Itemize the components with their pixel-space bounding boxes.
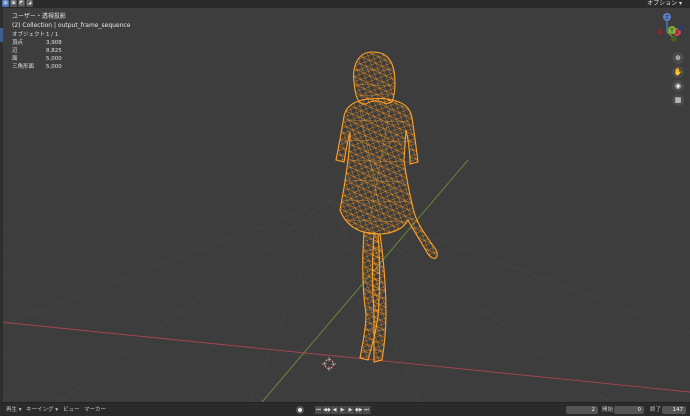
- playback-menu[interactable]: 再生 ▾: [6, 403, 22, 416]
- select-invert-icon[interactable]: ◪: [26, 0, 33, 7]
- stat-row: オブジェクト 1 / 1: [12, 32, 59, 38]
- next-frame-button[interactable]: ▶: [347, 406, 355, 414]
- end-frame-label: 終了: [650, 407, 662, 413]
- timeline-header: 再生 ▾ キーイング ▾ ビュー マーカー ⏮ ◀◆ ◀ ▶ ▶ ◆▶ ⏭ 2 …: [0, 402, 690, 416]
- start-frame-field[interactable]: 0: [614, 406, 644, 414]
- next-keyframe-button[interactable]: ◆▶: [355, 406, 363, 414]
- 3d-cursor: [322, 357, 336, 371]
- toolbar-tab[interactable]: [0, 28, 3, 42]
- toolbar-edge[interactable]: [0, 8, 3, 402]
- view-menu[interactable]: ビュー: [63, 403, 80, 416]
- viewport-info: ユーザー・透視投影 (2) Collection | output_frame_…: [12, 13, 130, 30]
- stat-row: 辺 8,825: [12, 48, 62, 55]
- collection-name: (2) Collection | output_frame_sequence: [12, 21, 131, 29]
- wireframe-figure: [335, 51, 438, 363]
- x-axis-line: [0, 321, 690, 393]
- playback-controls: ⏮ ◀◆ ◀ ▶ ▶ ◆▶ ⏭: [315, 406, 371, 414]
- start-frame-label: 開始: [602, 407, 614, 413]
- camera-icon[interactable]: ◉: [672, 80, 684, 92]
- jump-start-button[interactable]: ⏮: [315, 406, 323, 414]
- gizmo-z-label: Z: [665, 15, 669, 21]
- play-reverse-button[interactable]: ◀: [331, 406, 339, 414]
- stat-row: 三角形面 5,000: [12, 64, 62, 71]
- current-frame-field[interactable]: 2: [566, 406, 598, 414]
- play-button[interactable]: ▶: [339, 406, 347, 414]
- stat-row: 面 5,000: [12, 56, 62, 63]
- auto-keying-button[interactable]: [296, 406, 304, 414]
- 3d-viewport[interactable]: ▦ ▣ ◩ ◪ オプション ▾ ユーザー・透視投影 (2) Collection…: [0, 0, 690, 402]
- navigation-gizmo[interactable]: Z X Y: [650, 10, 690, 50]
- viewport-header: ▦ ▣ ◩ ◪ オプション ▾: [0, 0, 690, 8]
- select-mode-group: ▦ ▣ ◩ ◪: [2, 0, 33, 7]
- scene-statistics: オブジェクト 1 / 1 頂点 3,908 辺 8,825 面 5,000 三角…: [12, 31, 76, 71]
- marker-menu[interactable]: マーカー: [84, 403, 106, 416]
- view-name: ユーザー・透視投影: [12, 13, 66, 20]
- keying-menu[interactable]: キーイング ▾: [26, 403, 58, 416]
- jump-end-button[interactable]: ⏭: [363, 406, 371, 414]
- grid-view-icon[interactable]: ▦: [672, 94, 684, 106]
- select-subtract-icon[interactable]: ◩: [18, 0, 25, 7]
- zoom-icon[interactable]: ⊕: [672, 52, 684, 64]
- stat-row: 頂点 3,908: [12, 40, 62, 47]
- prev-keyframe-button[interactable]: ◀◆: [323, 406, 331, 414]
- viewport-grid: [0, 51, 690, 402]
- select-extend-icon[interactable]: ▣: [10, 0, 17, 7]
- end-frame-field[interactable]: 147: [662, 406, 686, 414]
- hand-icon[interactable]: ✋: [672, 66, 684, 78]
- options-menu-button[interactable]: オプション ▾: [647, 0, 682, 8]
- select-new-icon[interactable]: ▦: [2, 0, 9, 7]
